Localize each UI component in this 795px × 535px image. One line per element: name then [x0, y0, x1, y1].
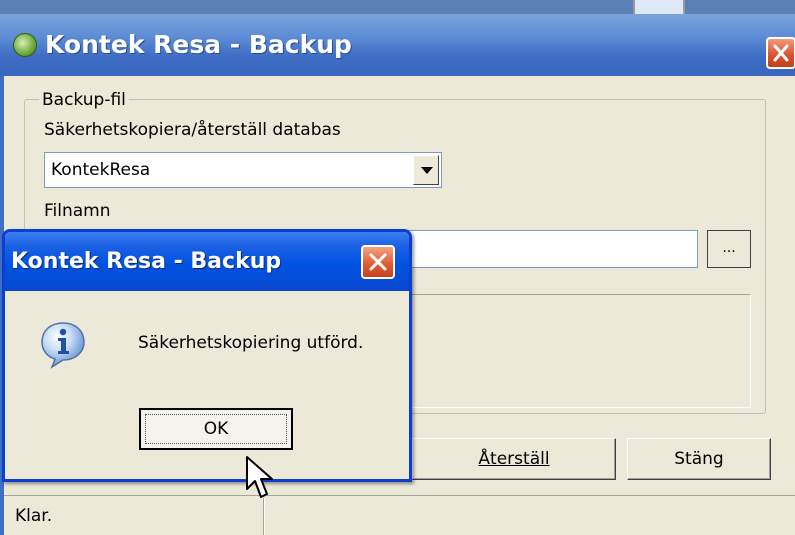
status-text: Klar.: [15, 506, 53, 526]
main-window-titlebar[interactable]: Kontek Resa - Backup: [0, 14, 795, 76]
dialog-title: Kontek Resa - Backup: [11, 249, 282, 274]
database-dropdown[interactable]: KontekResa: [44, 152, 442, 188]
close-icon: [369, 253, 387, 271]
close-button[interactable]: Stäng: [627, 438, 771, 480]
filename-label: Filnamn: [44, 201, 111, 221]
dialog-titlebar[interactable]: Kontek Resa - Backup: [5, 232, 409, 291]
database-label: Säkerhetskopiera/återställ databas: [44, 120, 341, 140]
restore-label: Återställ: [478, 449, 550, 469]
dialog-message: Säkerhetskopiering utförd.: [138, 333, 364, 353]
background-window-tab: [633, 0, 685, 14]
dialog-close-button[interactable]: [361, 245, 395, 279]
info-icon: [41, 322, 85, 369]
ok-button[interactable]: OK: [139, 408, 293, 450]
dropdown-arrow-button[interactable]: [413, 155, 439, 185]
chevron-down-icon: [421, 167, 433, 174]
database-dropdown-value: KontekResa: [51, 160, 151, 180]
main-window-title: Kontek Resa - Backup: [45, 30, 352, 59]
browse-button[interactable]: ...: [707, 230, 751, 268]
message-dialog: Kontek Resa - Backup Säkerhetskopiering …: [2, 229, 412, 482]
background-window-strip: [0, 0, 795, 14]
progress-panel: [400, 294, 751, 408]
status-bar: [4, 495, 795, 535]
focus-rectangle: [145, 414, 287, 444]
group-title: Backup-fil: [39, 90, 129, 110]
main-close-button[interactable]: [766, 37, 795, 69]
restore-button[interactable]: Återställ: [412, 438, 616, 480]
close-icon: [773, 44, 789, 62]
mouse-cursor-icon: [246, 456, 273, 498]
app-globe-icon: [13, 33, 37, 57]
filename-input[interactable]: [400, 230, 698, 268]
status-bar-divider: [263, 498, 265, 535]
